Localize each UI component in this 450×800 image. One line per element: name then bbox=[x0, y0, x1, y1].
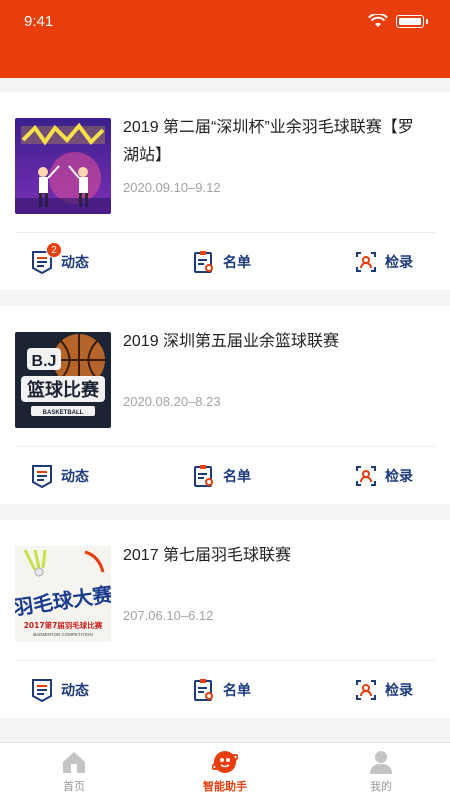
roster-label: 名单 bbox=[223, 681, 251, 698]
checkin-icon bbox=[355, 678, 377, 702]
checkin-button[interactable]: 检录 bbox=[355, 447, 413, 504]
checkin-icon bbox=[355, 250, 377, 274]
roster-label: 名单 bbox=[223, 467, 251, 484]
news-label: 动态 bbox=[61, 467, 89, 484]
notification-badge: 2 bbox=[46, 241, 62, 258]
event-title[interactable]: 2019 第二届“深圳杯”业余羽毛球联赛【罗湖站】 bbox=[123, 114, 423, 170]
battery-icon bbox=[396, 14, 424, 28]
tab-label: 智能助手 bbox=[203, 781, 247, 793]
roster-button[interactable]: 名单 bbox=[193, 661, 251, 718]
checkin-label: 检录 bbox=[385, 467, 413, 484]
thumb-small-text: BADMINTON COMPETITION bbox=[33, 632, 92, 637]
thumb-subtitle: 篮球比赛 bbox=[26, 379, 100, 401]
news-icon: 2 bbox=[31, 241, 62, 274]
tab-assistant[interactable]: 智能助手 bbox=[185, 743, 265, 800]
event-date: 2020.08.20–8.23 bbox=[123, 394, 221, 409]
roster-icon bbox=[193, 464, 215, 488]
thumb-small-text: BASKETBALL bbox=[43, 410, 84, 416]
home-icon bbox=[61, 749, 87, 775]
tab-home[interactable]: 首页 bbox=[34, 743, 114, 800]
event-thumbnail[interactable]: 羽毛球大赛 2017第7届羽毛球比赛 BADMINTON COMPETITION bbox=[15, 546, 111, 642]
news-button[interactable]: 动态 bbox=[31, 447, 89, 504]
tab-profile[interactable]: 我的 bbox=[341, 743, 421, 800]
event-card[interactable]: 2019 第二届“深圳杯”业余羽毛球联赛【罗湖站】 2020.09.10–9.1… bbox=[0, 92, 450, 290]
news-icon bbox=[31, 464, 53, 488]
card-actions: 动态 名单 检录 bbox=[0, 661, 450, 718]
tab-label: 首页 bbox=[63, 781, 85, 793]
checkin-button[interactable]: 检录 bbox=[355, 233, 413, 290]
checkin-label: 检录 bbox=[385, 681, 413, 698]
news-label: 动态 bbox=[61, 253, 89, 270]
event-thumbnail[interactable]: B.J 篮球比赛 BASKETBALL bbox=[15, 332, 111, 428]
event-card[interactable]: B.J 篮球比赛 BASKETBALL 2019 深圳第五届业余篮球联赛 202… bbox=[0, 306, 450, 504]
status-time: 9:41 bbox=[24, 13, 54, 30]
battery-tip bbox=[426, 18, 428, 24]
event-card[interactable]: 羽毛球大赛 2017第7届羽毛球比赛 BADMINTON COMPETITION… bbox=[0, 520, 450, 718]
event-title[interactable]: 2019 深圳第五届业余篮球联赛 bbox=[123, 328, 423, 356]
checkin-icon bbox=[355, 464, 377, 488]
roster-button[interactable]: 名单 bbox=[193, 233, 251, 290]
news-button[interactable]: 动态 bbox=[31, 661, 89, 718]
event-title[interactable]: 2017 第七届羽毛球联赛 bbox=[123, 542, 423, 570]
event-date: 2020.09.10–9.12 bbox=[123, 180, 221, 195]
news-icon bbox=[31, 678, 53, 702]
profile-icon bbox=[368, 749, 394, 775]
thumb-text: B.J bbox=[32, 353, 57, 370]
status-bar: 9:41 bbox=[0, 0, 450, 78]
tab-bar: 首页 智能助手 我的 bbox=[0, 742, 450, 800]
checkin-button[interactable]: 检录 bbox=[355, 661, 413, 718]
roster-icon bbox=[193, 678, 215, 702]
status-icons bbox=[368, 14, 428, 28]
card-actions: 动态 名单 检录 bbox=[0, 447, 450, 504]
roster-label: 名单 bbox=[223, 253, 251, 270]
checkin-label: 检录 bbox=[385, 253, 413, 270]
thumb-subtitle: 2017第7届羽毛球比赛 bbox=[24, 620, 103, 630]
news-label: 动态 bbox=[61, 681, 89, 698]
card-actions: 2 动态 名单 检录 bbox=[0, 233, 450, 290]
tab-label: 我的 bbox=[370, 781, 392, 793]
event-thumbnail[interactable] bbox=[15, 118, 111, 214]
assistant-icon bbox=[211, 749, 239, 775]
news-button[interactable]: 2 动态 bbox=[31, 233, 89, 290]
event-date: 207.06.10–6.12 bbox=[123, 608, 214, 623]
wifi-icon bbox=[368, 14, 388, 27]
roster-icon bbox=[193, 250, 215, 274]
roster-button[interactable]: 名单 bbox=[193, 447, 251, 504]
